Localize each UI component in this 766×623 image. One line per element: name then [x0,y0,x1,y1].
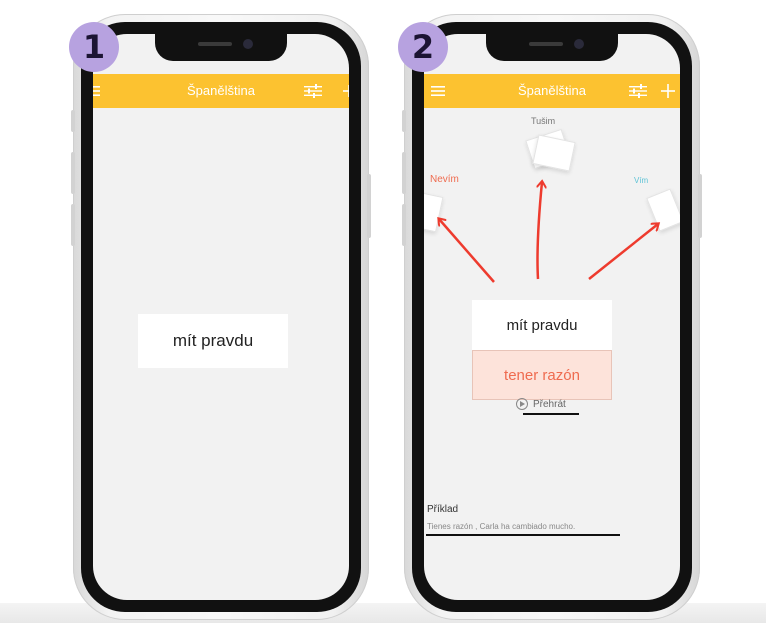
play-underline [523,413,579,415]
phone-notch [486,34,618,61]
app-header: Španělština [93,74,349,108]
arrow-left [439,219,495,283]
example-sentence: Tienes razón , Carla ha cambiado mucho. [427,522,576,531]
flashcard-front[interactable]: mít pravdu [472,300,612,350]
phone-bezel: Španělština mít pravdu [81,22,361,612]
play-label: Přehrát [533,398,566,410]
phone-screen: Španělština Tušim Nevím Vím mít pravdu t… [424,34,680,600]
step-badge-1: 1 [69,22,119,72]
phone-mute-switch [71,110,75,132]
plus-icon [343,85,349,97]
add-button[interactable] [337,74,349,108]
phone-power-button [698,174,702,238]
phone-power-button [367,174,371,238]
phone-volume-up [402,152,406,194]
phone-bezel: Španělština Tušim Nevím Vím mít pravdu t… [412,22,692,612]
step-badge-2: 2 [398,22,448,72]
phone-step-2: Španělština Tušim Nevím Vím mít pravdu t… [402,14,702,620]
arrow-right [588,224,658,280]
play-button[interactable]: Přehrát [516,398,566,410]
flashcard-answer: tener razón [472,350,612,400]
front-camera [574,39,584,49]
phone-volume-down [71,204,75,246]
speaker-grille [529,42,563,46]
example-underline [426,534,620,536]
swipe-arrows [424,34,680,283]
sliders-icon [304,84,322,98]
arrow-up [536,182,543,280]
play-circle-icon [516,398,528,410]
filter-button[interactable] [301,74,325,108]
phone-screen: Španělština mít pravdu [93,34,349,600]
phone-step-1: Španělština mít pravdu [71,14,371,620]
front-camera [243,39,253,49]
flashcard-front[interactable]: mít pravdu [138,314,288,368]
speaker-grille [198,42,232,46]
phone-notch [155,34,287,61]
phone-mute-switch [402,110,406,132]
tutorial-illustration: Španělština mít pravdu 1 Španělština Tuš… [0,0,766,623]
phone-volume-down [402,204,406,246]
example-heading: Příklad [427,504,459,515]
phone-volume-up [71,152,75,194]
